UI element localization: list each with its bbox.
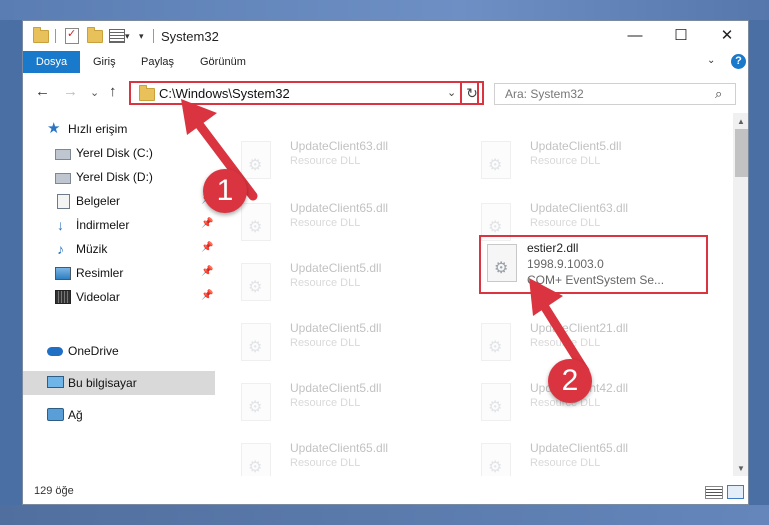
downloads-icon: ↓	[57, 217, 64, 233]
customize-toolbar-caret[interactable]: ▾	[139, 28, 144, 44]
item-count: 129 öğe	[34, 485, 74, 497]
sidebar-item-music[interactable]: ♪ Müzik 📌	[23, 237, 215, 261]
sidebar-item-onedrive[interactable]: OneDrive	[23, 339, 215, 363]
file-name: estier2.dll	[527, 241, 579, 255]
file-tile[interactable]: UpdateClient5.dll Resource DLL	[218, 253, 448, 303]
maximize-button[interactable]: ☐	[658, 21, 704, 51]
music-icon: ♪	[57, 241, 64, 257]
new-folder-icon[interactable]	[87, 26, 103, 44]
pictures-icon	[55, 266, 71, 280]
file-tile[interactable]: UpdateClient65.dll Resource DLL	[218, 433, 448, 476]
title-bar: ▾ ▾ System32 — ☐ ✕	[23, 21, 748, 51]
dll-file-icon	[481, 323, 511, 361]
search-icon[interactable]: ⌕	[715, 86, 722, 102]
expand-ribbon-icon[interactable]: ⌄	[707, 55, 715, 66]
file-tile[interactable]: UpdateClient5.dll Resource DLL	[218, 373, 448, 423]
sidebar-item-videos[interactable]: Videolar 📌	[23, 285, 215, 309]
view-options-icon[interactable]: ▾	[109, 28, 130, 44]
tab-share[interactable]: Paylaş	[141, 51, 174, 73]
minimize-button[interactable]: —	[612, 21, 658, 51]
details-view-icon[interactable]	[705, 486, 723, 499]
step-badge-two: 2	[548, 359, 592, 403]
dll-file-icon	[481, 383, 511, 421]
forward-arrow-icon[interactable]: →	[63, 83, 78, 100]
sidebar-item-pictures[interactable]: Resimler 📌	[23, 261, 215, 285]
large-icons-view-icon[interactable]	[727, 485, 744, 499]
documents-icon	[57, 194, 73, 209]
status-bar: 129 öğe	[23, 476, 748, 504]
tab-home[interactable]: Giriş	[93, 51, 116, 73]
search-placeholder: Ara: System32	[505, 87, 584, 101]
dll-file-icon	[481, 141, 511, 179]
pin-icon[interactable]: 📌	[201, 266, 213, 277]
separator	[153, 28, 154, 44]
tab-view[interactable]: Görünüm	[200, 51, 246, 73]
help-icon[interactable]: ?	[731, 54, 746, 69]
properties-icon[interactable]	[65, 27, 79, 44]
dll-file-icon	[241, 383, 271, 421]
vertical-scrollbar[interactable]: ▲ ▼	[733, 113, 748, 476]
file-list: UpdateClient63.dll Resource DLL UpdateCl…	[218, 113, 733, 476]
scrollbar-thumb[interactable]	[735, 129, 748, 177]
sidebar-item-this-pc[interactable]: Bu bilgisayar	[23, 371, 215, 395]
address-dropdown-icon[interactable]: ⌄	[447, 86, 456, 99]
window-title: System32	[161, 29, 219, 44]
folder-icon	[33, 26, 49, 44]
search-input[interactable]: Ara: System32 ⌕	[494, 83, 736, 105]
dll-file-icon	[241, 263, 271, 301]
back-arrow-icon[interactable]: ←	[35, 83, 50, 100]
separator	[55, 28, 56, 44]
navigation-bar: ← → ⌄ ↑ C:\Windows\System32 ⌄ ↻ Ara: Sys…	[23, 73, 748, 113]
recent-locations-icon[interactable]: ⌄	[90, 86, 99, 99]
pin-icon[interactable]: 📌	[201, 242, 213, 253]
dll-file-icon	[241, 323, 271, 361]
file-explorer-window: ▾ ▾ System32 — ☐ ✕ Dosya Giriş Paylaş Gö…	[22, 20, 749, 505]
file-tile[interactable]: UpdateClient5.dll Resource DLL	[458, 131, 688, 181]
dll-file-icon	[481, 443, 511, 476]
tab-file[interactable]: Dosya	[23, 51, 80, 73]
desktop-background-top	[0, 0, 769, 20]
onedrive-icon	[47, 344, 63, 358]
dll-file-icon	[241, 443, 271, 476]
sidebar-item-network[interactable]: Ağ	[23, 403, 215, 427]
refresh-button[interactable]: ↻	[460, 81, 484, 105]
ribbon-tabs: Dosya Giriş Paylaş Görünüm ⌄ ?	[23, 51, 748, 74]
network-icon	[47, 408, 64, 422]
step-badge-one: 1	[203, 169, 247, 213]
star-icon: ★	[47, 120, 61, 137]
videos-icon	[55, 290, 71, 304]
scroll-up-icon[interactable]: ▲	[737, 117, 745, 126]
pin-icon[interactable]: 📌	[201, 290, 213, 301]
drive-icon	[55, 146, 71, 160]
file-tile[interactable]: UpdateClient65.dll Resource DLL	[458, 433, 688, 476]
close-button[interactable]: ✕	[704, 21, 748, 51]
desktop-background-bottom	[0, 505, 769, 525]
file-tile[interactable]: UpdateClient5.dll Resource DLL	[218, 313, 448, 363]
scroll-down-icon[interactable]: ▼	[737, 464, 745, 473]
drive-icon	[55, 170, 71, 184]
folder-icon	[139, 85, 155, 104]
up-arrow-icon[interactable]: ↑	[109, 83, 117, 100]
this-pc-icon	[47, 376, 64, 390]
